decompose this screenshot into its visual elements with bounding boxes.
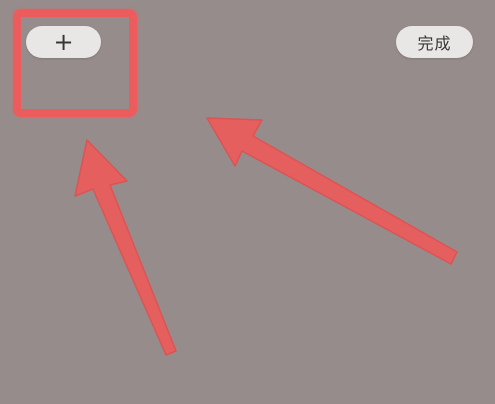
annotation-arrows	[74, 117, 458, 356]
screen-background: + 完成	[0, 0, 495, 404]
arrow-right-annotation	[206, 117, 458, 265]
arrow-bottom-annotation	[74, 139, 177, 356]
